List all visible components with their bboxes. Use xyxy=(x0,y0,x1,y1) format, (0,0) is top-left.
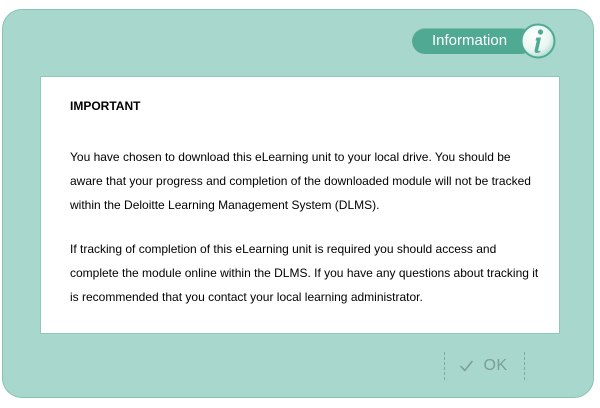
ok-button-label: OK xyxy=(483,357,508,374)
ok-button-area: OK xyxy=(444,352,525,382)
checkmark-icon xyxy=(460,360,474,372)
message-heading: IMPORTANT xyxy=(70,99,141,113)
ok-button[interactable]: OK xyxy=(446,352,522,380)
information-pill: Information xyxy=(412,28,534,54)
information-dialog: Information IMPORTANT You have chosen to… xyxy=(2,9,594,398)
information-label: Information xyxy=(432,32,508,49)
ok-divider-right xyxy=(524,352,525,380)
info-icon xyxy=(520,23,556,59)
ok-divider-left xyxy=(444,352,445,380)
message-paragraph-tracking-advice: If tracking of completion of this eLearn… xyxy=(70,242,539,304)
information-badge: Information xyxy=(412,23,556,59)
message-panel: IMPORTANT You have chosen to download th… xyxy=(40,76,560,334)
message-paragraph-download-notice: You have chosen to download this eLearni… xyxy=(70,150,531,212)
